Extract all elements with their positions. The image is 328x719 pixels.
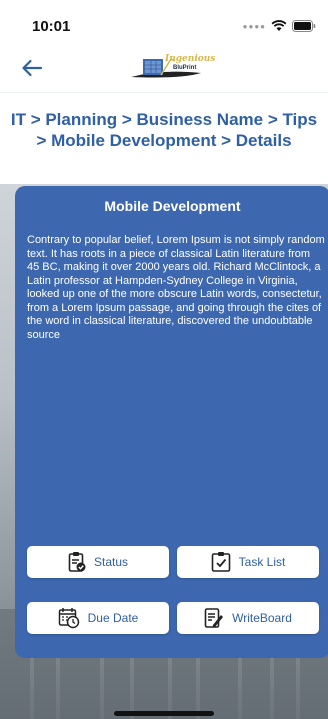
battery-icon <box>292 20 316 32</box>
task-list-button-label: Task List <box>238 555 286 569</box>
status-time: 10:01 <box>32 18 71 35</box>
clipboard-check-icon <box>68 552 86 572</box>
logo-text-bottom: BluPrint <box>173 65 197 71</box>
notepad-pencil-icon <box>204 608 224 628</box>
clipboard-list-icon <box>211 552 230 572</box>
card-description: Contrary to popular belief, Lorem Ipsum … <box>27 234 325 341</box>
due-date-button[interactable]: Due Date <box>27 602 169 634</box>
writeboard-button-label: WriteBoard <box>232 611 292 625</box>
status-button[interactable]: Status <box>27 546 169 578</box>
home-indicator <box>114 711 214 716</box>
due-date-button-label: Due Date <box>87 611 139 625</box>
signal-icon: ●●●● <box>242 21 266 31</box>
logo-text-top: Ingenious <box>165 54 216 64</box>
task-list-button[interactable]: Task List <box>177 546 319 578</box>
back-button[interactable] <box>18 54 46 82</box>
writeboard-button[interactable]: WriteBoard <box>177 602 319 634</box>
wifi-icon <box>271 20 287 32</box>
breadcrumb-area: IT > Planning > Business Name > Tips > M… <box>0 92 328 184</box>
app-logo: Ingenious BluPrint <box>131 51 227 83</box>
status-bar: 10:01 ●●●● <box>0 0 328 44</box>
card-title: Mobile Development <box>104 198 241 214</box>
content-card: Mobile Development Contrary to popular b… <box>15 186 328 658</box>
back-arrow-icon <box>22 59 43 77</box>
breadcrumb: IT > Planning > Business Name > Tips > M… <box>10 110 318 150</box>
status-button-label: Status <box>93 555 129 569</box>
nav-bar: Ingenious BluPrint <box>0 44 328 92</box>
calendar-clock-icon <box>58 608 79 629</box>
status-icons: ●●●● <box>243 20 316 32</box>
